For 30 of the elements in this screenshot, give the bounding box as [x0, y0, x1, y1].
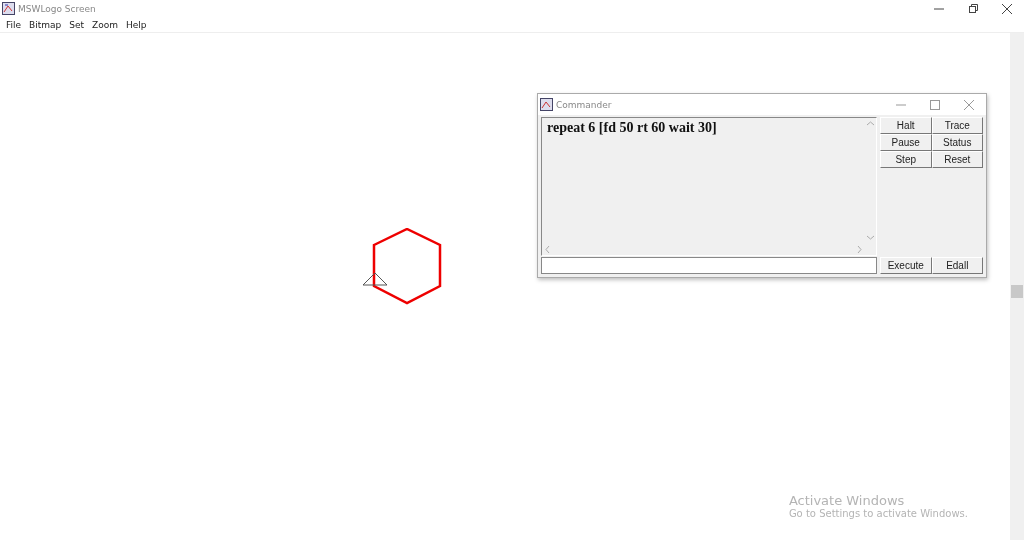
menu-item[interactable]: Set [65, 19, 89, 30]
menu-item[interactable]: Help [122, 19, 151, 30]
menu-item[interactable]: Zoom [88, 19, 122, 30]
command-button[interactable]: Edall [931, 257, 983, 274]
command-input[interactable] [541, 257, 877, 274]
close-icon [1002, 3, 1012, 14]
scroll-down-icon[interactable] [866, 235, 874, 240]
menu-item[interactable]: Bitmap [25, 19, 66, 30]
command-button[interactable]: Halt [880, 117, 932, 134]
history-line[interactable]: repeat 6 [fd 50 rt 60 wait 30] [547, 120, 859, 136]
scroll-up-icon[interactable] [866, 121, 874, 126]
command-button[interactable]: Trace [931, 117, 983, 134]
scroll-right-icon[interactable] [857, 245, 862, 253]
restore-icon [968, 3, 978, 14]
command-button[interactable]: Step [880, 151, 932, 168]
window-title: Commander [556, 99, 613, 110]
notice-text: Go to Settings to activate Windows. [788, 508, 968, 519]
app-icon [2, 2, 15, 15]
maximize-icon [930, 99, 940, 110]
command-button[interactable]: Pause [880, 134, 932, 151]
history-pane[interactable]: repeat 6 [fd 50 rt 60 wait 30] [541, 117, 877, 256]
command-button[interactable]: Reset [931, 151, 983, 168]
command-button[interactable]: Status [931, 134, 983, 151]
menu-item[interactable]: File [2, 19, 26, 30]
close-icon [964, 99, 974, 110]
command-button[interactable]: Execute [880, 257, 932, 274]
notice-title: Activate Windows [788, 493, 906, 508]
scroll-left-icon[interactable] [545, 245, 550, 253]
window-title: MSWLogo Screen [18, 3, 97, 14]
app-icon [540, 98, 553, 111]
